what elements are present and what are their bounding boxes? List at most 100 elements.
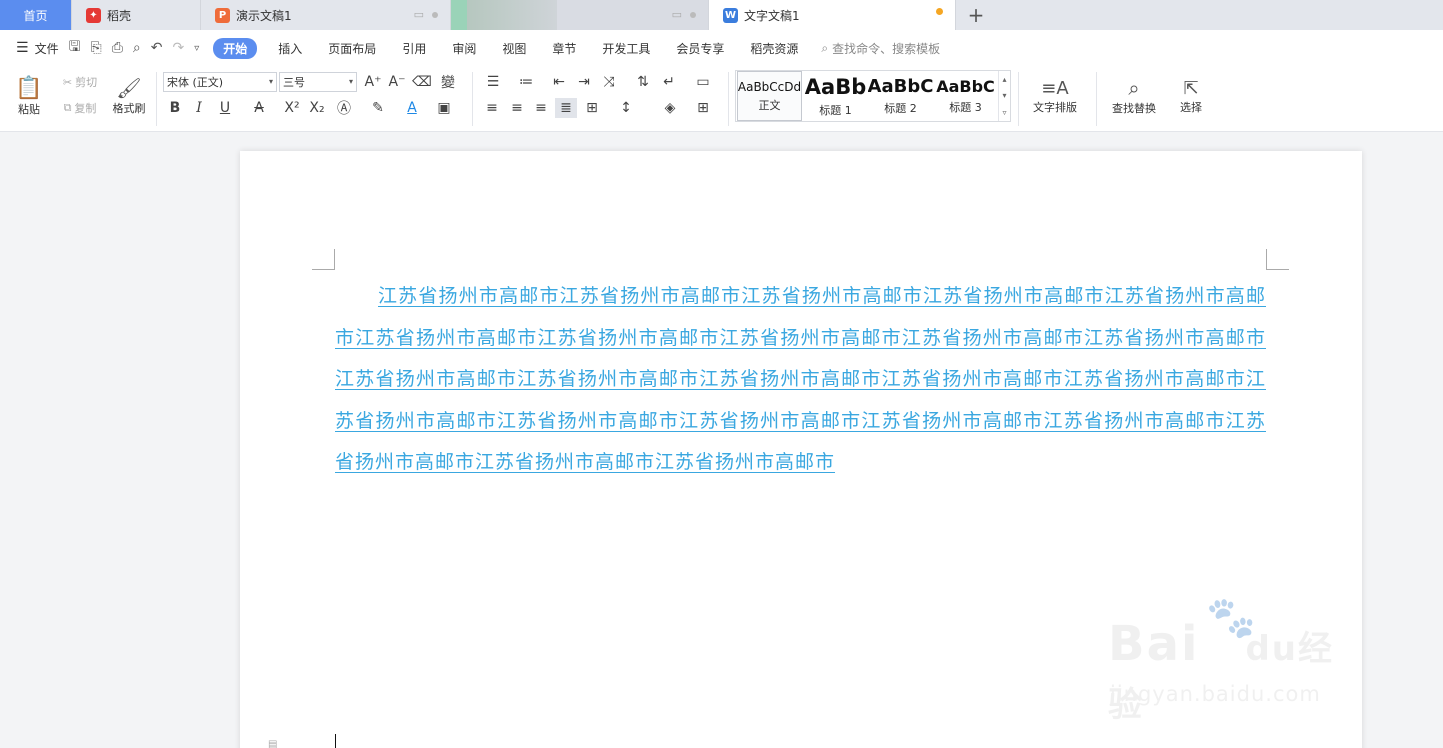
print-preview-icon[interactable]: ⌕ <box>133 40 141 56</box>
redo-icon[interactable]: ↷ <box>173 40 185 56</box>
borders-icon[interactable]: ⊞ <box>692 98 714 118</box>
distributed-icon[interactable]: ⊞ <box>581 98 603 118</box>
tab-daoke-label: 稻壳 <box>107 8 132 23</box>
save-icon[interactable]: 🖫 <box>69 36 81 60</box>
command-search-placeholder: 查找命令、搜索模板 <box>832 41 941 56</box>
expand-icon[interactable]: ▿ <box>1002 108 1006 117</box>
copy-button[interactable]: ⧉ 复制 <box>56 98 104 118</box>
tab-presentation[interactable]: P 演示文稿1 ▭ <box>201 0 451 30</box>
paragraph-marker-icon[interactable]: ▤ <box>268 739 277 748</box>
font-color-icon[interactable]: A <box>401 98 423 118</box>
font-size-select[interactable]: 三号 ▾ <box>279 72 357 92</box>
text-layout-label: 文字排版 <box>1033 100 1077 114</box>
cut-button[interactable]: ✂ 剪切 <box>56 72 104 92</box>
menu-references[interactable]: 引用 <box>389 40 439 57</box>
tab-presentation-label: 演示文稿1 <box>236 8 292 23</box>
text-layout-button[interactable]: ≡A 文字排版 <box>1024 70 1086 122</box>
monitor-icon[interactable]: ▭ <box>672 8 682 21</box>
tab-daoke[interactable]: ✦ 稻壳 <box>72 0 201 30</box>
style-normal[interactable]: AaBbCcDd 正文 <box>737 71 802 121</box>
bold-icon[interactable]: B <box>164 98 186 118</box>
menu-review[interactable]: 审阅 <box>439 40 489 57</box>
paste-button[interactable]: 📋 粘贴 <box>10 70 48 122</box>
decrease-indent-icon[interactable]: ⇤ <box>548 72 570 92</box>
paragraph-shading-icon[interactable]: ◈ <box>659 98 681 118</box>
find-replace-button[interactable]: ⌕ 查找替换 <box>1103 70 1165 122</box>
find-replace-label: 查找替换 <box>1112 102 1156 115</box>
text-effect-icon[interactable]: Ⓐ <box>333 98 355 118</box>
search-icon: ⌕ <box>821 40 829 55</box>
margin-corner-top-right <box>1266 249 1289 270</box>
styles-scroll[interactable]: ▴ ▾ ▿ <box>998 71 1010 121</box>
document-paragraph[interactable]: 江苏省扬州市高邮市江苏省扬州市高邮市江苏省扬州市高邮市江苏省扬州市高邮市江苏省扬… <box>335 276 1266 484</box>
style-normal-sample: AaBbCcDd <box>737 79 802 94</box>
menu-home[interactable]: 开始 <box>213 37 258 59</box>
presentation-icon: P <box>215 7 230 23</box>
highlight-icon[interactable]: ✎ <box>367 98 389 118</box>
monitor-icon[interactable]: ▭ <box>414 8 424 21</box>
margin-corner-top-left <box>312 249 335 270</box>
phonetic-guide-icon[interactable]: 變 <box>437 72 459 92</box>
char-shading-icon[interactable]: ▣ <box>433 98 455 118</box>
clear-format-icon[interactable]: ⌫ <box>411 72 433 92</box>
brush-icon: 🖌 <box>116 76 142 100</box>
chevron-up-icon[interactable]: ▴ <box>1002 75 1006 84</box>
customize-dropdown-icon[interactable]: ▿ <box>194 43 199 54</box>
close-dot-icon[interactable] <box>690 11 696 18</box>
menu-member[interactable]: 会员专享 <box>663 40 737 57</box>
shrink-font-icon[interactable]: A⁻ <box>386 72 408 92</box>
format-painter-button[interactable]: 🖌 格式刷 <box>108 70 150 122</box>
tab-blurred[interactable]: ▭ <box>451 0 709 30</box>
tab-document[interactable]: W 文字文稿1 <box>709 0 956 30</box>
align-left-icon[interactable]: ≡ <box>481 98 503 118</box>
menu-insert[interactable]: 插入 <box>265 40 315 57</box>
align-right-icon[interactable]: ≡ <box>530 98 552 118</box>
style-heading-3[interactable]: AaBbC 标题 3 <box>933 71 998 121</box>
menu-page-layout[interactable]: 页面布局 <box>315 40 389 57</box>
menu-developer[interactable]: 开发工具 <box>589 40 663 57</box>
paste-label: 粘贴 <box>18 102 40 116</box>
chevron-down-icon[interactable]: ▾ <box>1002 91 1006 100</box>
font-name-select[interactable]: 宋体 (正文) ▾ <box>163 72 277 92</box>
style-heading-2[interactable]: AaBbC 标题 2 <box>868 71 933 121</box>
menu-daoke-resources[interactable]: 稻壳资源 <box>737 40 811 57</box>
style-normal-name: 正文 <box>758 98 781 112</box>
underline-icon[interactable]: U <box>214 98 236 118</box>
ruler-icon[interactable]: ▭ <box>692 72 714 92</box>
justify-icon[interactable]: ≣ <box>555 98 577 118</box>
bullet-list-icon[interactable]: ☰ <box>482 72 504 92</box>
export-pdf-icon[interactable]: ⎘ <box>91 40 102 56</box>
file-menu-button[interactable]: ☰ 文件 <box>16 40 59 57</box>
style-heading-1-sample: AaBb <box>804 74 867 99</box>
menu-section[interactable]: 章节 <box>539 40 589 57</box>
print-icon[interactable]: ⎙ <box>112 40 123 56</box>
numbered-list-icon[interactable]: ≔ <box>515 72 537 92</box>
line-spacing-icon[interactable]: ↕ <box>615 98 637 118</box>
cut-label: 剪切 <box>75 76 98 89</box>
style-heading-1-name: 标题 1 <box>819 103 852 117</box>
sort-icon[interactable]: ⇅ <box>632 72 654 92</box>
style-heading-1[interactable]: AaBb 标题 1 <box>803 71 868 121</box>
daoke-icon: ✦ <box>86 7 101 23</box>
tab-home[interactable]: 首页 <box>0 0 72 30</box>
increase-indent-icon[interactable]: ⇥ <box>573 72 595 92</box>
align-center-icon[interactable]: ≡ <box>506 98 528 118</box>
strikethrough-icon[interactable]: A <box>248 98 270 118</box>
grow-font-icon[interactable]: A⁺ <box>362 72 384 92</box>
menu-view[interactable]: 视图 <box>489 40 539 57</box>
text-cursor <box>335 734 336 748</box>
show-marks-icon[interactable]: ↵ <box>658 72 680 92</box>
chevron-down-icon: ▾ <box>348 77 353 86</box>
new-tab-button[interactable]: + <box>956 0 996 30</box>
select-label: 选择 <box>1180 100 1202 114</box>
styles-gallery: AaBbCcDd 正文 AaBb 标题 1 AaBbC 标题 2 AaBbC 标… <box>735 70 1011 122</box>
undo-icon[interactable]: ↶ <box>151 40 163 56</box>
superscript-icon[interactable]: X² <box>281 98 303 118</box>
chinese-layout-icon[interactable]: ⤨ <box>598 72 620 92</box>
close-dot-icon[interactable] <box>432 11 438 18</box>
select-button[interactable]: ⇱ 选择 <box>1170 70 1212 122</box>
style-heading-3-sample: AaBbC <box>936 77 995 96</box>
command-search[interactable]: ⌕ 查找命令、搜索模板 <box>821 40 940 57</box>
subscript-icon[interactable]: X₂ <box>306 98 328 118</box>
italic-icon[interactable]: I <box>188 98 210 118</box>
